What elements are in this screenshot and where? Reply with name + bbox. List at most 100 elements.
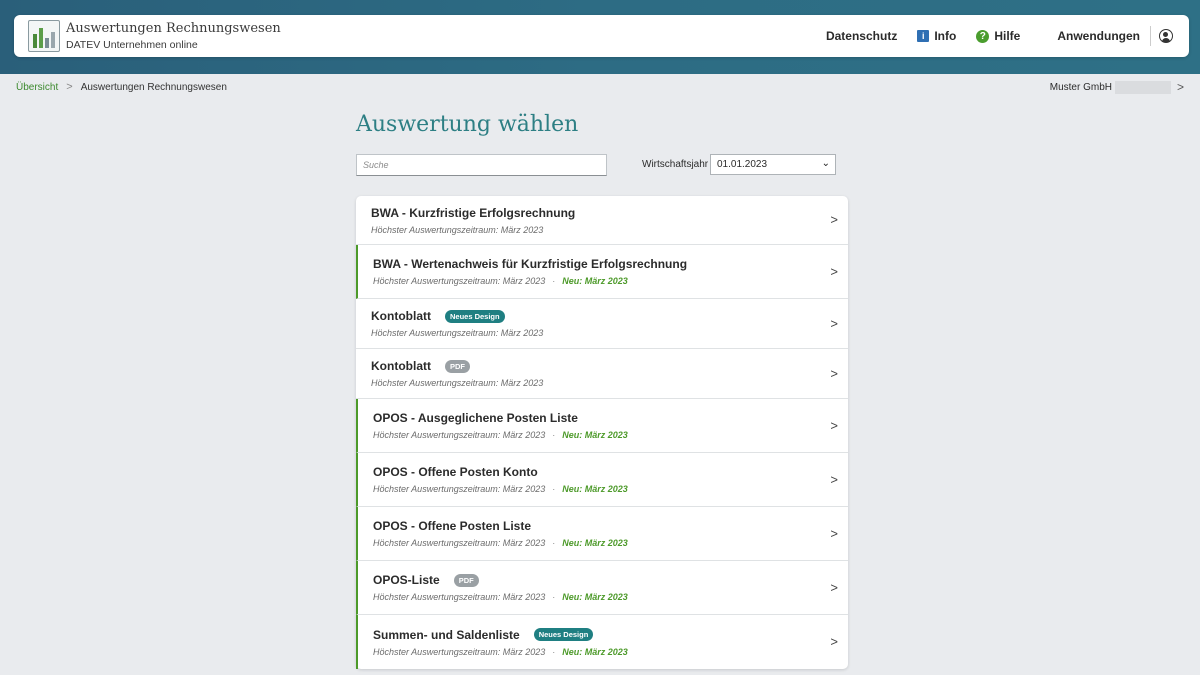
report-subtitle-line: Höchster Auswertungszeitraum: März 2023 ·… (373, 430, 818, 440)
new-period-label: Neu: März 2023 (562, 430, 628, 440)
report-title-line: Kontoblatt Neues Design (371, 309, 818, 323)
chevron-right-icon: > (830, 417, 838, 433)
report-period: Höchster Auswertungszeitraum: März 2023 (373, 538, 546, 548)
info-icon: i (917, 30, 930, 42)
separator-dot: · (552, 592, 556, 602)
separator-dot: · (552, 646, 556, 657)
app-header: Auswertungen Rechnungswesen DATEV Untern… (14, 15, 1189, 57)
report-item[interactable]: OPOS - Offene Posten Liste Höchster Auswe… (356, 507, 848, 561)
new-design-badge: Neues Design (444, 309, 505, 323)
chevron-right-icon: > (830, 471, 838, 487)
report-title-line: BWA - Kurzfristige Erfolgsrechnung (371, 206, 818, 220)
nav-divider (1150, 26, 1151, 46)
new-period-label: Neu: März 2023 (562, 538, 628, 548)
app-subtitle: DATEV Unternehmen online (66, 38, 198, 51)
new-period-label: Neu: März 2023 (562, 592, 628, 602)
help-icon: ? (976, 29, 990, 43)
app-title-group: Auswertungen Rechnungswesen DATEV Untern… (66, 21, 281, 52)
report-title: OPOS-Liste (373, 573, 440, 587)
report-title: BWA - Wertenachweis für Kurzfristige Erf… (373, 257, 688, 271)
top-nav: Datenschutz i Info ? Hilfe Anwendungen (806, 15, 1189, 57)
company-selector[interactable]: Muster GmbH > (1050, 80, 1184, 94)
app-logo-icon[interactable] (28, 20, 60, 52)
report-period: Höchster Auswertungszeitraum: März 2023 (373, 646, 546, 657)
apps-grid-icon (1040, 30, 1052, 42)
report-item[interactable]: OPOS - Ausgeglichene Posten Liste Höchste… (356, 399, 848, 453)
report-title-line: BWA - Wertenachweis für Kurzfristige Erf… (373, 257, 818, 271)
chevron-right-icon: > (830, 212, 838, 227)
report-title: Summen- und Saldenliste (373, 627, 520, 642)
app-title: Auswertungen Rechnungswesen (66, 20, 281, 36)
report-title: Kontoblatt (371, 309, 431, 323)
report-title: BWA - Kurzfristige Erfolgsrechnung (371, 205, 576, 220)
pdf-badge: PDF (453, 573, 479, 587)
breadcrumb: Übersicht > Auswertungen Rechnungswesen (16, 80, 227, 94)
chevron-down-icon: ⌄ (821, 158, 830, 169)
report-title-line: OPOS - Ausgeglichene Posten Liste (373, 411, 818, 425)
chevron-right-icon: > (830, 525, 838, 541)
report-title: OPOS - Ausgeglichene Posten Liste (373, 411, 578, 425)
report-title: OPOS - Offene Posten Liste (373, 519, 532, 533)
report-subtitle-line: Höchster Auswertungszeitraum: März 2023 (371, 225, 818, 235)
report-item[interactable]: Summen- und Saldenliste Neues Design Höchs… (356, 615, 848, 669)
datenschutz-label: Datenschutz (825, 29, 898, 43)
report-period: Höchster Auswertungszeitraum: März 2023 (373, 276, 546, 286)
datenschutz-link[interactable]: Datenschutz (826, 29, 897, 43)
anwendungen-label: Anwendungen (1057, 29, 1140, 43)
search-input[interactable] (356, 154, 607, 176)
report-title-line: OPOS-Liste PDF (373, 573, 818, 587)
chevron-right-icon: > (830, 634, 838, 649)
report-period: Höchster Auswertungszeitraum: März 2023 (373, 484, 546, 494)
report-title: OPOS - Offene Posten Konto (373, 465, 538, 479)
report-item[interactable]: OPOS - Offene Posten Konto Höchster Auswe… (356, 453, 848, 507)
report-subtitle-line: Höchster Auswertungszeitraum: März 2023 ·… (373, 592, 818, 602)
fiscal-year-label: Wirtschaftsjahr (642, 159, 709, 170)
info-link[interactable]: i Info (917, 29, 956, 43)
report-subtitle-line: Höchster Auswertungszeitraum: März 2023 ·… (373, 538, 818, 548)
chevron-right-icon: > (830, 315, 838, 331)
user-account-icon[interactable] (1159, 29, 1173, 43)
chevron-right-icon: > (1176, 80, 1184, 94)
chevron-right-icon: > (830, 263, 838, 279)
separator-dot: · (552, 430, 556, 440)
report-period: Höchster Auswertungszeitraum: März 2023 (373, 592, 546, 602)
report-item[interactable]: Kontoblatt PDF Höchster Auswertungszeitrau… (356, 349, 848, 399)
report-item[interactable]: BWA - Wertenachweis für Kurzfristige Erf… (356, 245, 848, 299)
fiscal-year-select[interactable]: 01.01.2023 ⌄ (710, 154, 836, 175)
report-subtitle-line: Höchster Auswertungszeitraum: März 2023 (371, 378, 818, 388)
report-list: BWA - Kurzfristige Erfolgsrechnung Höchst… (356, 196, 848, 669)
new-design-badge: Neues Design (533, 628, 594, 641)
filter-bar: Wirtschaftsjahr 01.01.2023 ⌄ (356, 154, 848, 178)
report-period: Höchster Auswertungszeitraum: März 2023 (371, 328, 544, 338)
separator-dot: · (552, 276, 556, 286)
fiscal-year-value: 01.01.2023 (717, 159, 768, 170)
pdf-badge: PDF (444, 359, 470, 373)
hilfe-label: Hilfe (994, 29, 1021, 43)
new-period-label: Neu: März 2023 (562, 646, 628, 657)
breadcrumb-chevron-icon: > (66, 81, 73, 93)
page-title: Auswertung wählen (356, 112, 579, 137)
new-period-label: Neu: März 2023 (562, 276, 628, 286)
report-period: Höchster Auswertungszeitraum: März 2023 (373, 430, 546, 440)
breadcrumb-home-link[interactable]: Übersicht (16, 82, 58, 93)
company-name: Muster GmbH (1049, 81, 1112, 93)
chevron-right-icon: > (830, 579, 838, 595)
report-title-line: Kontoblatt PDF (371, 359, 818, 373)
breadcrumb-current: Auswertungen Rechnungswesen (80, 81, 227, 93)
company-name-redacted (1114, 80, 1171, 94)
main-content: Auswertung wählen Wirtschaftsjahr 01.01.… (356, 108, 848, 669)
report-item[interactable]: Kontoblatt Neues Design Höchster Auswertun… (356, 299, 848, 349)
report-title-line: Summen- und Saldenliste Neues Design (373, 628, 818, 642)
chevron-right-icon: > (830, 365, 838, 381)
report-item[interactable]: BWA - Kurzfristige Erfolgsrechnung Höchst… (356, 196, 848, 245)
report-title: Kontoblatt (371, 359, 431, 373)
report-subtitle-line: Höchster Auswertungszeitraum: März 2023 ·… (373, 276, 818, 286)
hilfe-link[interactable]: ? Hilfe (976, 29, 1020, 43)
report-title-line: OPOS - Offene Posten Konto (373, 465, 818, 479)
report-period: Höchster Auswertungszeitraum: März 2023 (371, 224, 544, 235)
new-period-label: Neu: März 2023 (562, 484, 628, 494)
anwendungen-link[interactable]: Anwendungen (1040, 29, 1140, 43)
separator-dot: · (552, 538, 556, 548)
report-item[interactable]: OPOS-Liste PDF Höchster Auswertungszeitrau… (356, 561, 848, 615)
report-subtitle-line: Höchster Auswertungszeitraum: März 2023 ·… (373, 484, 818, 494)
